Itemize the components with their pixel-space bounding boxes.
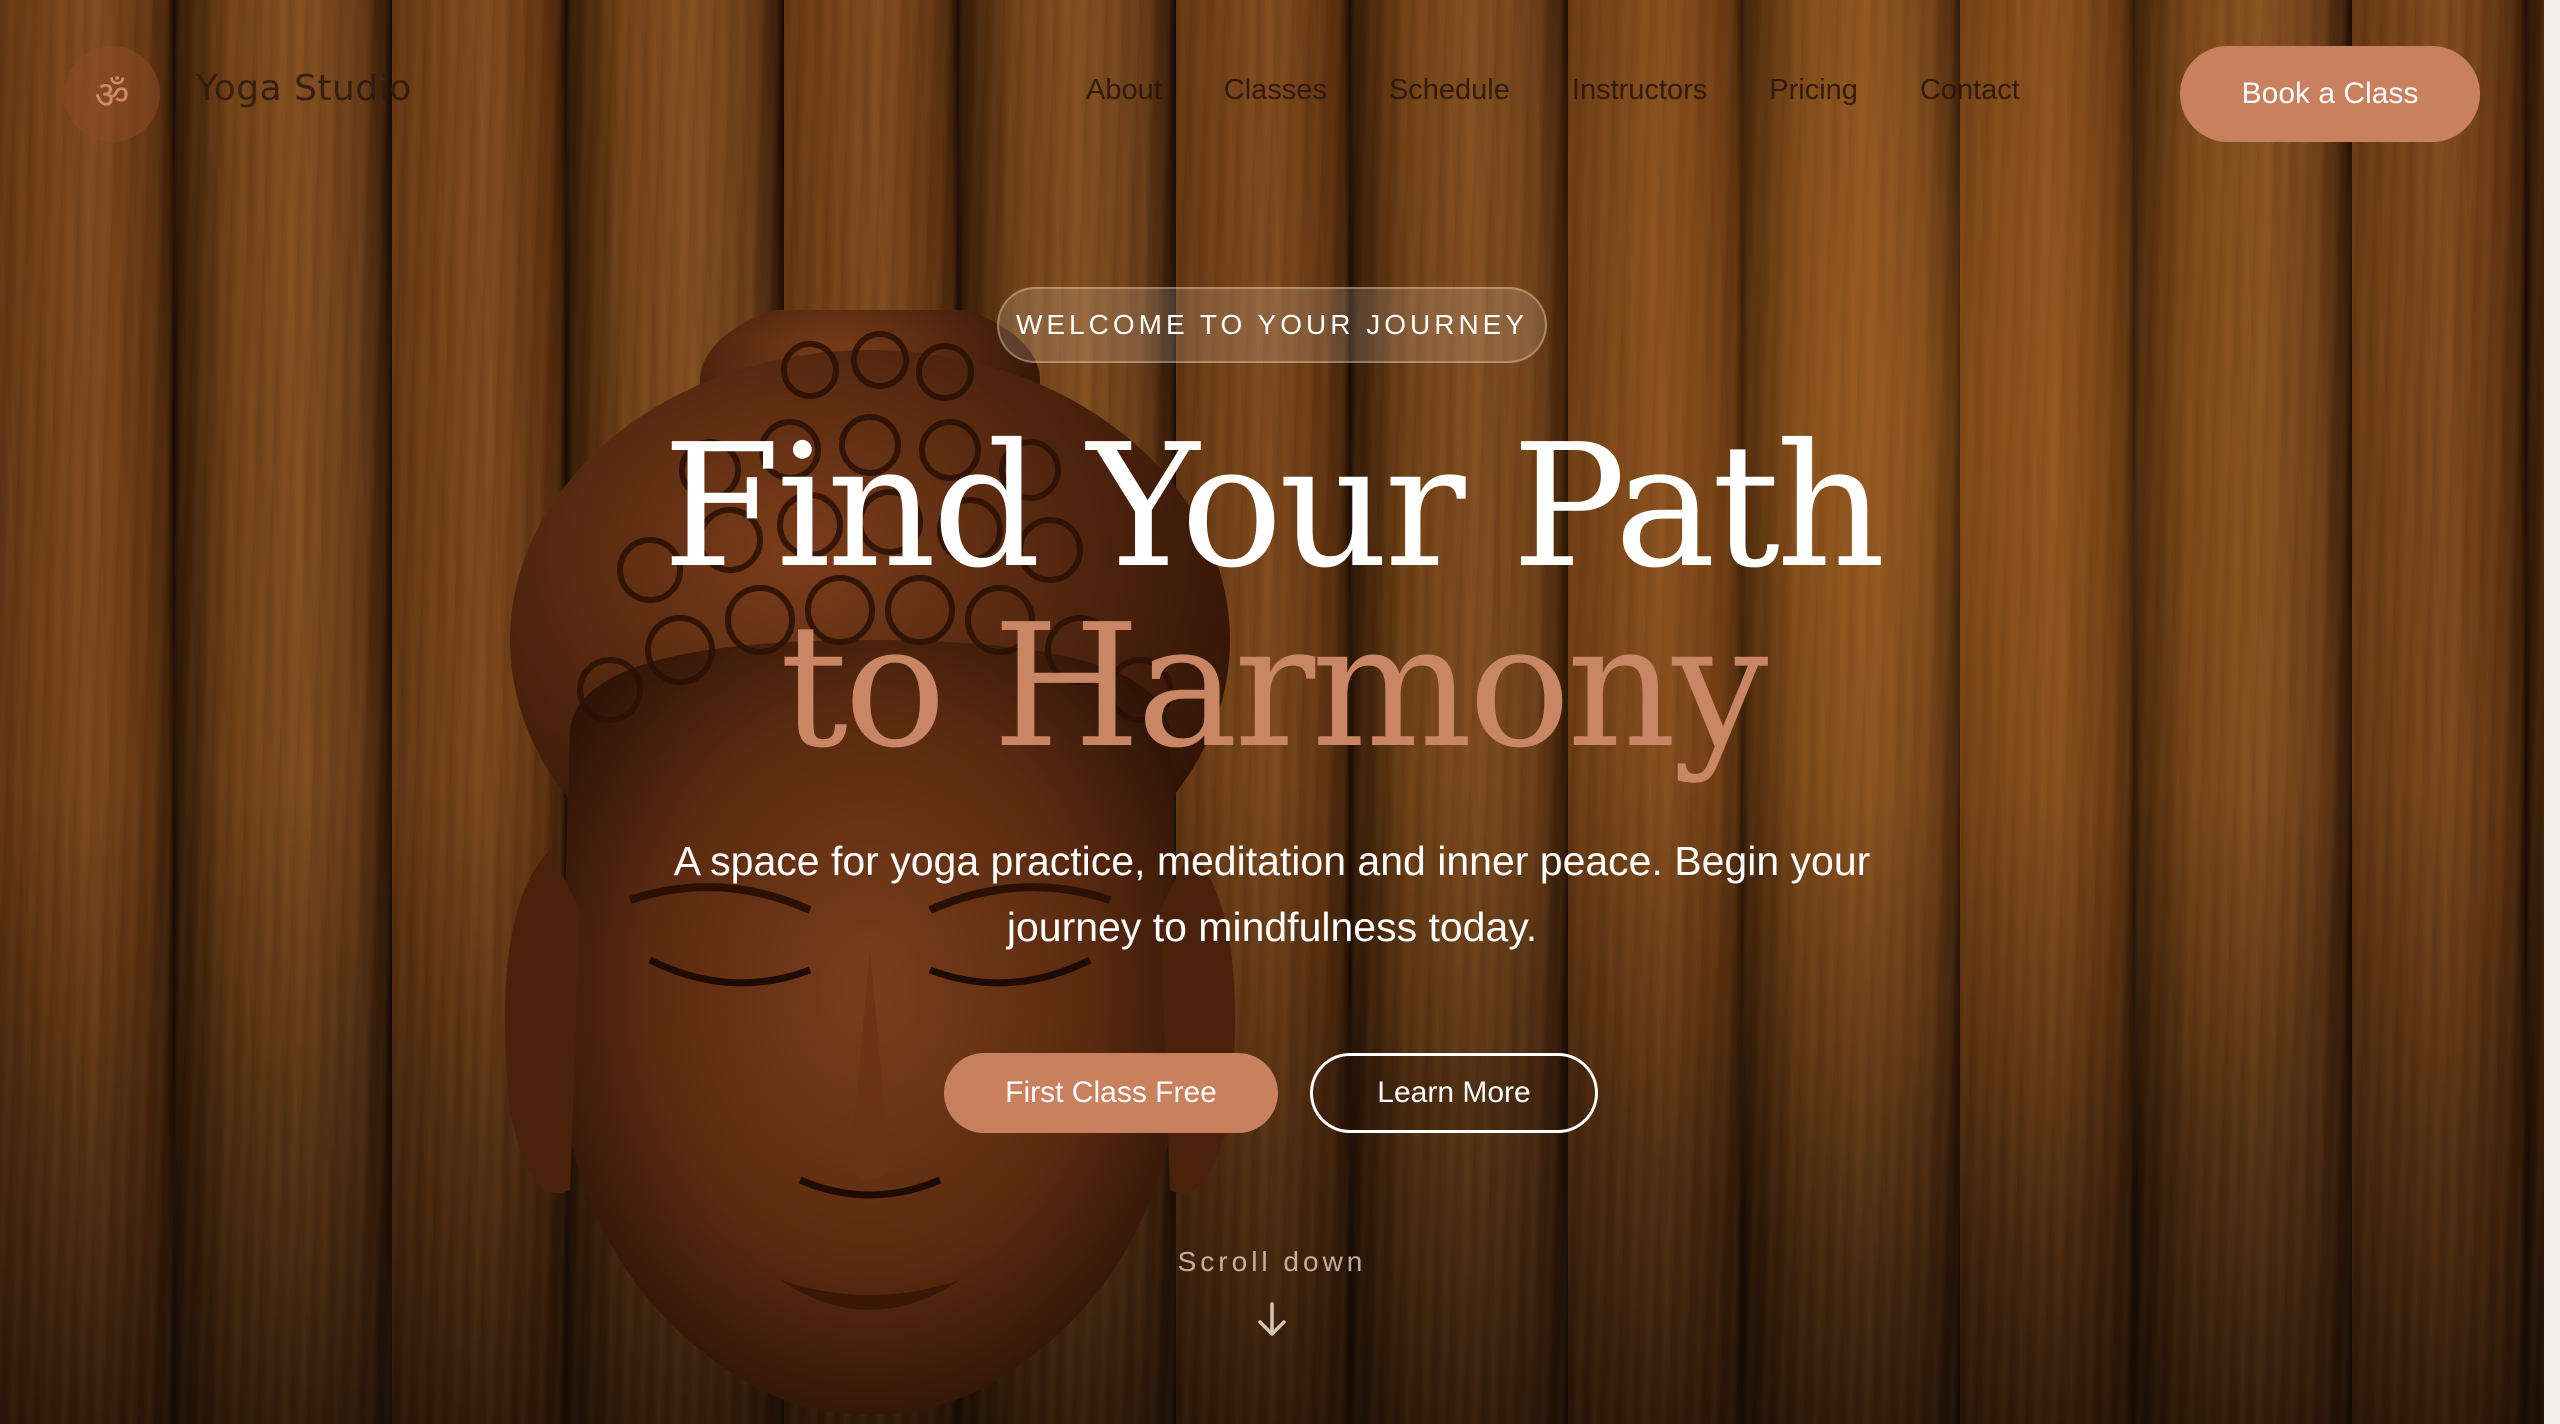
arrow-down-icon[interactable]	[1254, 1300, 1290, 1340]
nav-link-instructors[interactable]: Instructors	[1572, 74, 1707, 107]
nav-link-schedule[interactable]: Schedule	[1389, 74, 1510, 107]
scroll-down-label[interactable]: Scroll down	[0, 1246, 2544, 1278]
hero-subtitle: A space for yoga practice, meditation an…	[673, 838, 1871, 950]
brand-name[interactable]: Yoga Studio	[196, 68, 412, 109]
first-class-free-button[interactable]: First Class Free	[944, 1053, 1278, 1133]
nav-link-classes[interactable]: Classes	[1224, 74, 1327, 107]
nav-link-about[interactable]: About	[1086, 74, 1162, 107]
om-icon[interactable]: ॐ	[64, 46, 160, 142]
hero-section: ॐ Yoga Studio About Classes Schedule Ins…	[0, 0, 2544, 1424]
nav-link-contact[interactable]: Contact	[1920, 74, 2020, 107]
hero-title-line2: to Harmony	[779, 588, 1769, 786]
top-navigation: ॐ Yoga Studio About Classes Schedule Ins…	[0, 0, 2544, 190]
welcome-badge: WELCOME TO YOUR JOURNEY	[997, 287, 1547, 363]
nav-link-pricing[interactable]: Pricing	[1769, 74, 1858, 107]
nav-menu: About Classes Schedule Instructors Prici…	[1086, 74, 2082, 107]
book-class-button[interactable]: Book a Class	[2180, 46, 2480, 142]
learn-more-button[interactable]: Learn More	[1310, 1053, 1598, 1133]
hero-title-line1: Find Your Path	[662, 408, 1885, 606]
page-scrollbar[interactable]	[2544, 0, 2560, 1424]
